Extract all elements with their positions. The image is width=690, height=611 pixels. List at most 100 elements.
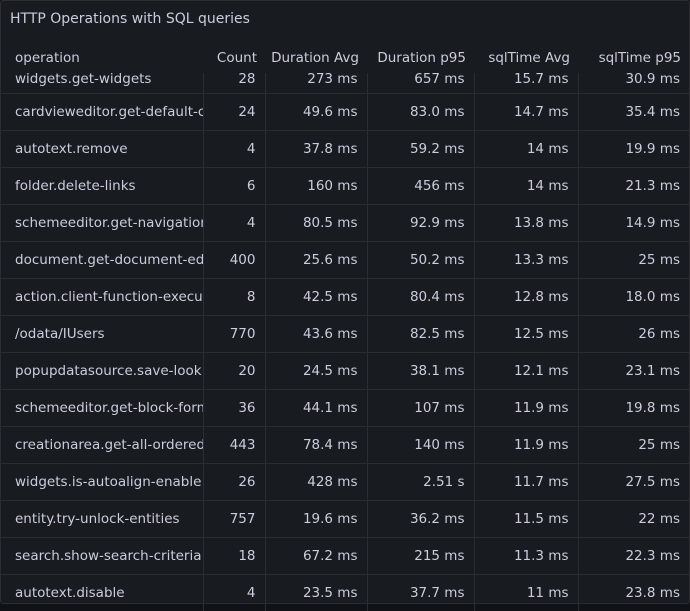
table-header-row: operation Count Duration Avg Duration p9…	[1, 42, 689, 73]
cell-count-text: 770	[230, 326, 256, 342]
cell-sqltime-p95: 35.4 ms	[578, 94, 689, 131]
table-row: search.show-search-criteria18 67.2 ms 215 …	[1, 538, 689, 575]
table-row: /odata/IUsers77043.6 ms82.5 ms12.5 ms26 …	[1, 316, 689, 353]
cell-sqltime-avg-text: 14 ms	[527, 141, 569, 157]
cell-sqltime-avg-text: 13.3 ms	[514, 252, 569, 268]
cell-sqltime-p95: 14.9 ms	[578, 205, 689, 242]
column-header-duration-p95[interactable]: Duration p95	[367, 42, 474, 73]
cell-duration-avg-text: 43.6 ms	[303, 326, 358, 342]
cell-count-text: 6	[247, 178, 256, 194]
cell-sqltime-p95-text: 23.1 ms	[625, 363, 680, 379]
cell-count-text: 443	[230, 437, 256, 453]
cell-sqltime-p95: 22.3 ms	[578, 538, 689, 575]
cell-duration-avg-text: 23.5 ms	[303, 585, 358, 601]
cell-count-text: 24	[238, 104, 255, 120]
cell-duration-avg-text: 67.2 ms	[303, 548, 358, 564]
cell-count: 4	[203, 205, 265, 242]
cell-sqltime-avg: 15.7 ms	[474, 73, 578, 94]
cell-sqltime-avg: 12.1 ms	[474, 353, 578, 390]
cell-count: 770	[203, 316, 265, 353]
cell-duration-p95-text: 59.2 ms	[410, 141, 465, 157]
column-header-operation[interactable]: operation	[1, 42, 203, 73]
cell-duration-p95: 657 ms	[367, 73, 474, 94]
cell-count: 4	[203, 131, 265, 168]
cell-duration-avg: 273 ms	[265, 73, 367, 94]
cell-operation: schemeeditor.get-block-form	[1, 390, 203, 427]
cell-sqltime-avg: 14.7 ms	[474, 94, 578, 131]
cell-sqltime-p95-text: 21.3 ms	[625, 178, 680, 194]
table-row: entity.try-unlock-entities75719.6 ms36.2…	[1, 501, 689, 538]
table-row: creationarea.get-all-ordered44378.4 ms14…	[1, 427, 689, 464]
cell-operation: action.client-function-execu	[1, 279, 203, 316]
cell-sqltime-p95-text: 18.0 ms	[625, 289, 680, 305]
table-row: schemeeditor.get-navigation 4 80.5 ms92.9 …	[1, 205, 689, 242]
cell-count-text: 4	[247, 585, 256, 601]
cell-operation: widgets.get-widgets	[1, 73, 203, 94]
column-header-sqltime-p95[interactable]: sqlTime p95	[578, 42, 689, 73]
cell-sqltime-p95: 27.5 ms	[578, 464, 689, 501]
cell-duration-avg: 49.6 ms	[265, 94, 367, 131]
cell-sqltime-avg: 14 ms	[474, 168, 578, 205]
cell-duration-p95: 50.2 ms	[367, 242, 474, 279]
cell-duration-p95: 59.2 ms	[367, 131, 474, 168]
cell-duration-p95: 38.1 ms	[367, 353, 474, 390]
cell-sqltime-p95: 19.8 ms	[578, 390, 689, 427]
cell-count-text: 36	[238, 400, 255, 416]
cell-operation-text: /odata/IUsers	[15, 326, 105, 342]
cell-duration-p95-text: 83.0 ms	[410, 104, 465, 120]
table-row: popupdatasource.save-look2024.5 ms38.1 m…	[1, 353, 689, 390]
cell-duration-p95-text: 50.2 ms	[410, 252, 465, 268]
column-header-count[interactable]: Count	[203, 42, 265, 73]
cell-sqltime-p95: 19.9 ms	[578, 131, 689, 168]
cell-duration-p95: 82.5 ms	[367, 316, 474, 353]
cell-operation-text: cardvieweditor.get-default-c	[15, 104, 203, 120]
cell-sqltime-p95: 26 ms	[578, 316, 689, 353]
cell-count: 4	[203, 575, 265, 611]
cell-sqltime-avg-text: 15.7 ms	[514, 73, 569, 87]
cell-operation-text: widgets.get-widgets	[15, 73, 151, 87]
cell-duration-p95-text: 456 ms	[414, 178, 464, 194]
cell-duration-avg: 19.6 ms	[265, 501, 367, 538]
cell-operation: schemeeditor.get-navigation	[1, 205, 203, 242]
cell-sqltime-p95-text: 19.9 ms	[625, 141, 680, 157]
cell-duration-avg: 43.6 ms	[265, 316, 367, 353]
table-row: widgets.get-widgets28273 ms657 ms15.7 ms…	[1, 73, 689, 94]
cell-operation-text: schemeeditor.get-block-form	[15, 400, 203, 416]
cell-operation: popupdatasource.save-look	[1, 353, 203, 390]
cell-operation: entity.try-unlock-entities	[1, 501, 203, 538]
panel-title[interactable]: HTTP Operations with SQL queries	[10, 11, 250, 27]
cell-sqltime-avg: 14 ms	[474, 131, 578, 168]
cell-duration-p95: 37.7 ms	[367, 575, 474, 611]
cell-sqltime-avg: 11.9 ms	[474, 390, 578, 427]
cell-sqltime-p95-text: 22 ms	[638, 511, 680, 527]
table-row: autotext.remove437.8 ms59.2 ms14 ms19.9 …	[1, 131, 689, 168]
cell-duration-avg: 24.5 ms	[265, 353, 367, 390]
cell-duration-avg: 80.5 ms	[265, 205, 367, 242]
cell-sqltime-p95: 25 ms	[578, 242, 689, 279]
cell-sqltime-p95: 21.3 ms	[578, 168, 689, 205]
cell-duration-p95: 215 ms	[367, 538, 474, 575]
cell-operation: search.show-search-criteria	[1, 538, 203, 575]
cell-sqltime-p95-text: 27.5 ms	[625, 474, 680, 490]
cell-duration-p95: 92.9 ms	[367, 205, 474, 242]
cell-sqltime-avg-text: 12.1 ms	[514, 363, 569, 379]
cell-count: 757	[203, 501, 265, 538]
column-header-sqltime-avg[interactable]: sqlTime Avg	[474, 42, 578, 73]
cell-sqltime-avg-text: 11 ms	[527, 585, 569, 601]
cell-duration-p95: 83.0 ms	[367, 94, 474, 131]
column-header-duration-avg[interactable]: Duration Avg	[265, 42, 367, 73]
cell-duration-p95-text: 82.5 ms	[410, 326, 465, 342]
cell-operation: cardvieweditor.get-default-c	[1, 94, 203, 131]
cell-duration-avg-text: 37.8 ms	[303, 141, 358, 157]
cell-duration-avg-text: 160 ms	[307, 178, 357, 194]
cell-sqltime-p95-text: 26 ms	[638, 326, 680, 342]
cell-duration-p95: 140 ms	[367, 427, 474, 464]
cell-count-text: 4	[247, 215, 256, 231]
cell-duration-avg: 160 ms	[265, 168, 367, 205]
cell-count: 18	[203, 538, 265, 575]
cell-duration-avg-text: 78.4 ms	[303, 437, 358, 453]
cell-operation-text: entity.try-unlock-entities	[15, 511, 180, 527]
cell-duration-avg-text: 19.6 ms	[303, 511, 358, 527]
cell-count-text: 4	[247, 141, 256, 157]
cell-sqltime-avg-text: 13.8 ms	[514, 215, 569, 231]
